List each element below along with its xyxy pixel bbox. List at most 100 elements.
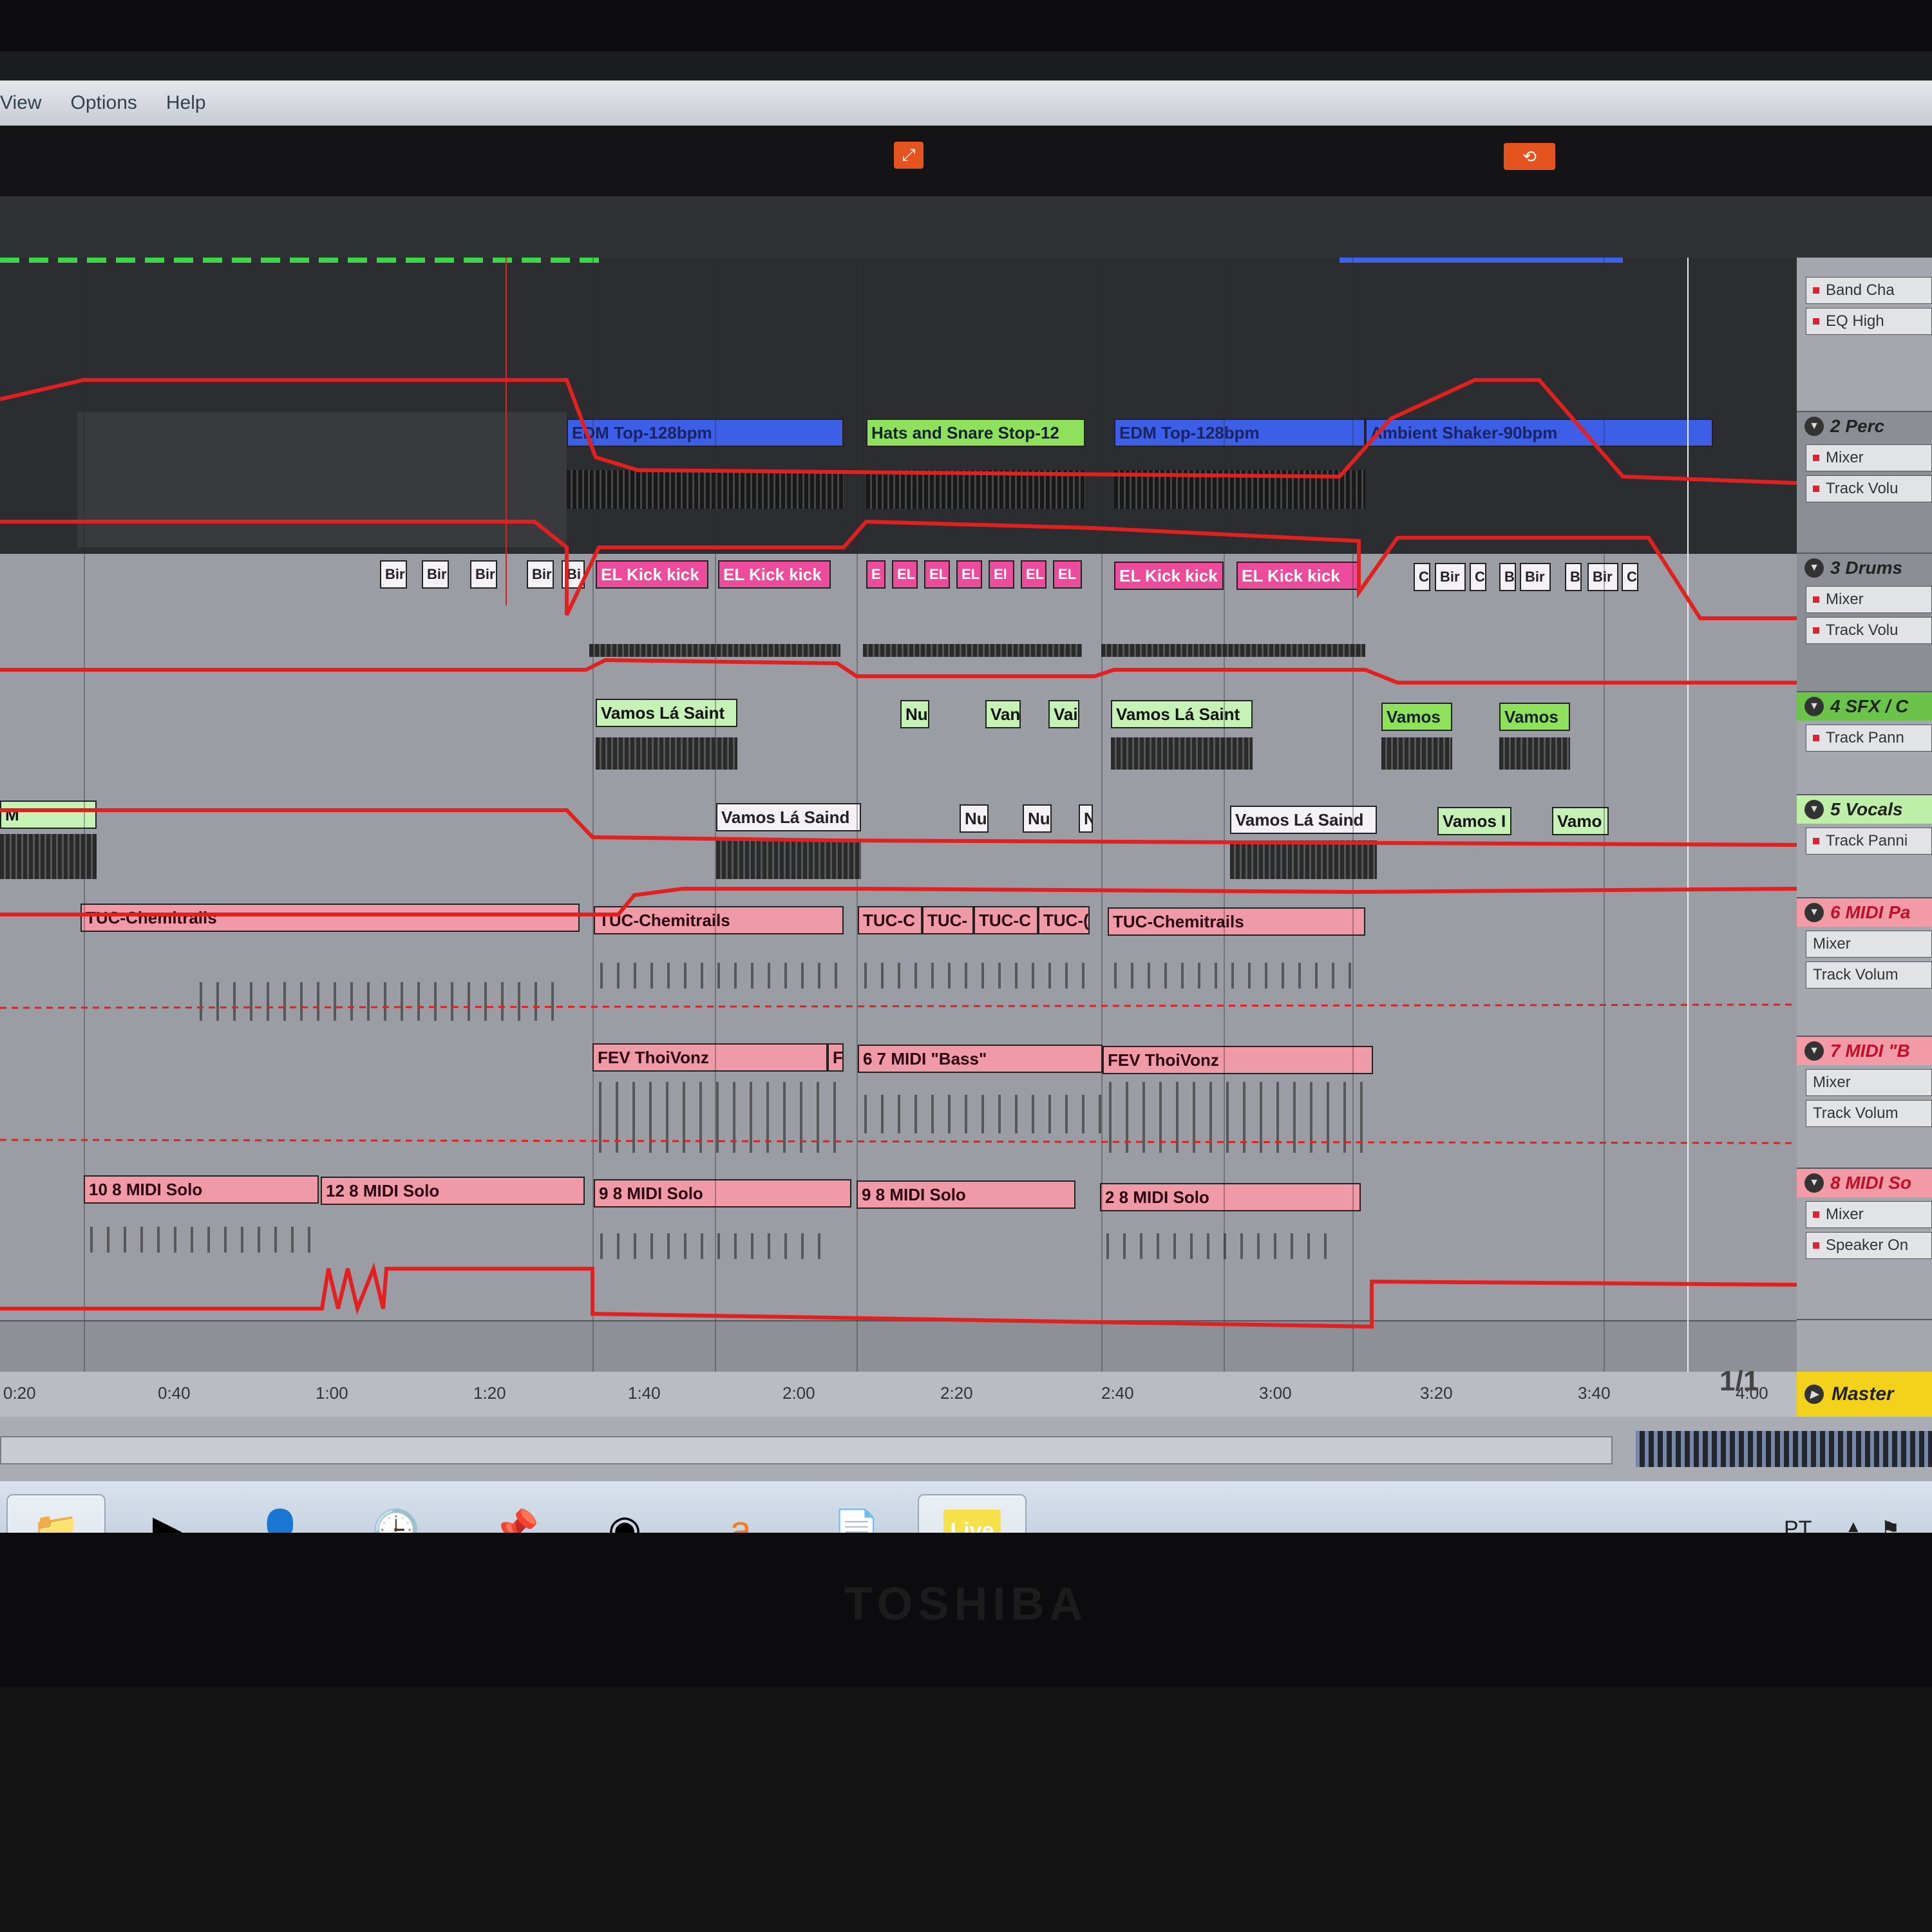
track-title[interactable]: ▼ 6 MIDI Pa	[1797, 898, 1932, 927]
row-label: Track Pann	[1826, 729, 1904, 746]
track-title[interactable]: ▼ 3 Drums	[1797, 554, 1932, 582]
media-player-icon[interactable]: ▶	[132, 1494, 203, 1533]
track-name: 2 Perc	[1830, 416, 1885, 436]
horizontal-scrollbar[interactable]	[0, 1436, 1613, 1464]
automation-curves	[0, 378, 1797, 1329]
play-icon[interactable]: ▶	[1804, 1385, 1824, 1404]
track-title[interactable]: ▼ 2 Perc	[1797, 412, 1932, 440]
record-dot-icon	[1813, 486, 1819, 492]
automation-line	[0, 378, 1797, 485]
notepad-icon[interactable]: 📄	[821, 1494, 892, 1533]
fold-icon[interactable]: ▼	[1804, 800, 1824, 819]
avast-icon[interactable]: a	[705, 1494, 776, 1533]
fold-icon[interactable]: ▼	[1804, 1173, 1824, 1193]
track-1-header[interactable]: Band Cha EQ High	[1797, 258, 1932, 412]
row-label: Mixer	[1826, 591, 1864, 608]
parameter-chooser[interactable]: Track Volum	[1806, 961, 1932, 989]
row-label: Mixer	[1826, 1206, 1864, 1223]
device-chooser[interactable]: Mixer	[1806, 931, 1932, 958]
row-label: Track Volu	[1826, 480, 1899, 497]
record-dot-icon	[1813, 838, 1819, 844]
row-label: Speaker On	[1826, 1236, 1909, 1254]
device-chooser[interactable]: Mixer	[1806, 444, 1932, 471]
fold-icon[interactable]: ▼	[1804, 1041, 1824, 1061]
ableton-live-icon[interactable]: Live	[918, 1494, 1027, 1533]
device-chooser[interactable]: Mixer	[1806, 586, 1932, 613]
automation-line	[0, 1139, 1797, 1144]
clock-icon[interactable]: 🕒	[361, 1494, 431, 1533]
track-name: 7 MIDI "B	[1830, 1041, 1910, 1061]
master-track-header[interactable]: ▶ Master	[1797, 1372, 1932, 1417]
fold-icon[interactable]: ▼	[1804, 697, 1824, 716]
track-7-header[interactable]: ▼ 7 MIDI "B Mixer Track Volum	[1797, 1037, 1932, 1169]
track-6-header[interactable]: ▼ 6 MIDI Pa Mixer Track Volum	[1797, 898, 1932, 1037]
track-name: 8 MIDI So	[1830, 1173, 1912, 1193]
loop-button[interactable]: ⟲	[1504, 143, 1555, 170]
scroll-area	[0, 1417, 1932, 1488]
record-dot-icon	[1813, 1242, 1819, 1249]
time-ruler[interactable]: 0:20 0:40 1:00 1:20 1:40 2:00 2:20 2:40 …	[0, 1372, 1797, 1417]
device-chooser[interactable]: Mixer	[1806, 1201, 1932, 1228]
time-tick: 0:40	[158, 1383, 191, 1403]
live-label: Live	[943, 1509, 1001, 1533]
track-title[interactable]: ▼ 4 SFX / C	[1797, 692, 1932, 721]
automation-chooser[interactable]: EQ High	[1806, 308, 1932, 335]
parameter-chooser[interactable]: Track Panni	[1806, 828, 1932, 855]
automation-line	[0, 1262, 1797, 1329]
fold-icon[interactable]: ▼	[1804, 417, 1824, 436]
menu-help[interactable]: Help	[166, 92, 206, 114]
automation-line	[0, 519, 1797, 620]
folder-icon[interactable]: 📁	[6, 1494, 106, 1533]
loop-icon: ⟲	[1522, 146, 1537, 166]
chrome-icon[interactable]: ◉	[589, 1494, 660, 1533]
parameter-chooser[interactable]: Speaker On	[1806, 1232, 1932, 1259]
taskbar: 📁 ▶ 👤 🕒 📌 ◉ a 📄 Live PT ▲ ⚑	[0, 1481, 1932, 1533]
parameter-chooser[interactable]: Track Volu	[1806, 617, 1932, 644]
time-tick: 1:40	[628, 1383, 661, 1403]
language-indicator[interactable]: PT	[1784, 1517, 1812, 1533]
follow-button[interactable]: ⤢	[894, 142, 923, 169]
automation-chooser[interactable]: Band Cha	[1806, 277, 1932, 304]
action-center-flag-icon[interactable]: ⚑	[1880, 1517, 1900, 1533]
time-tick: 3:00	[1259, 1383, 1292, 1403]
track-name: 3 Drums	[1830, 558, 1903, 578]
row-label: Band Cha	[1826, 281, 1895, 299]
record-dot-icon	[1813, 287, 1819, 294]
arrangement-view[interactable]: EDM Top-128bpm Hats and Snare Stop-12 ED…	[0, 258, 1797, 1372]
record-dot-icon	[1813, 455, 1819, 461]
fold-icon[interactable]: ▼	[1804, 558, 1824, 578]
cpu-meter	[1636, 1431, 1932, 1467]
menu-view[interactable]: View	[0, 92, 41, 114]
track-4-header[interactable]: ▼ 4 SFX / C Track Pann	[1797, 692, 1932, 795]
track-5-header[interactable]: ▼ 5 Vocals Track Panni	[1797, 795, 1932, 898]
laptop-keyboard-area	[0, 1687, 1932, 1932]
tray-arrow-icon[interactable]: ▲	[1845, 1517, 1862, 1533]
track-title[interactable]: ▼ 8 MIDI So	[1797, 1169, 1932, 1197]
row-label: Track Volum	[1813, 1104, 1899, 1122]
device-chooser[interactable]: Mixer	[1806, 1069, 1932, 1096]
automation-line	[0, 658, 1797, 685]
track-2-header[interactable]: ▼ 2 Perc Mixer Track Volu	[1797, 412, 1932, 554]
track-name: 6 MIDI Pa	[1830, 902, 1911, 922]
track-name: 4 SFX / C	[1830, 696, 1909, 716]
record-dot-icon	[1813, 596, 1819, 603]
automation-line	[0, 808, 1797, 847]
time-tick: 1:00	[316, 1383, 348, 1403]
parameter-chooser[interactable]: Track Volum	[1806, 1100, 1932, 1127]
pin-icon[interactable]: 📌	[480, 1494, 551, 1533]
track-title[interactable]: ▼ 7 MIDI "B	[1797, 1037, 1932, 1065]
menu-options[interactable]: Options	[70, 92, 137, 114]
master-label: Master	[1832, 1383, 1894, 1405]
track-3-header[interactable]: ▼ 3 Drums Mixer Track Volu	[1797, 554, 1932, 692]
automation-line	[0, 887, 1797, 916]
parameter-chooser[interactable]: Track Pann	[1806, 724, 1932, 752]
parameter-chooser[interactable]: Track Volu	[1806, 475, 1932, 502]
user-icon[interactable]: 👤	[245, 1494, 316, 1533]
screen: View Options Help ⤢ ⟲ EDM Top-128bpm Hat…	[0, 52, 1932, 1533]
fold-icon[interactable]: ▼	[1804, 903, 1824, 922]
record-dot-icon	[1813, 318, 1819, 325]
row-label: Mixer	[1813, 935, 1851, 952]
row-label: Mixer	[1826, 449, 1864, 466]
track-title[interactable]: ▼ 5 Vocals	[1797, 795, 1932, 824]
track-8-header[interactable]: ▼ 8 MIDI So Mixer Speaker On	[1797, 1169, 1932, 1320]
